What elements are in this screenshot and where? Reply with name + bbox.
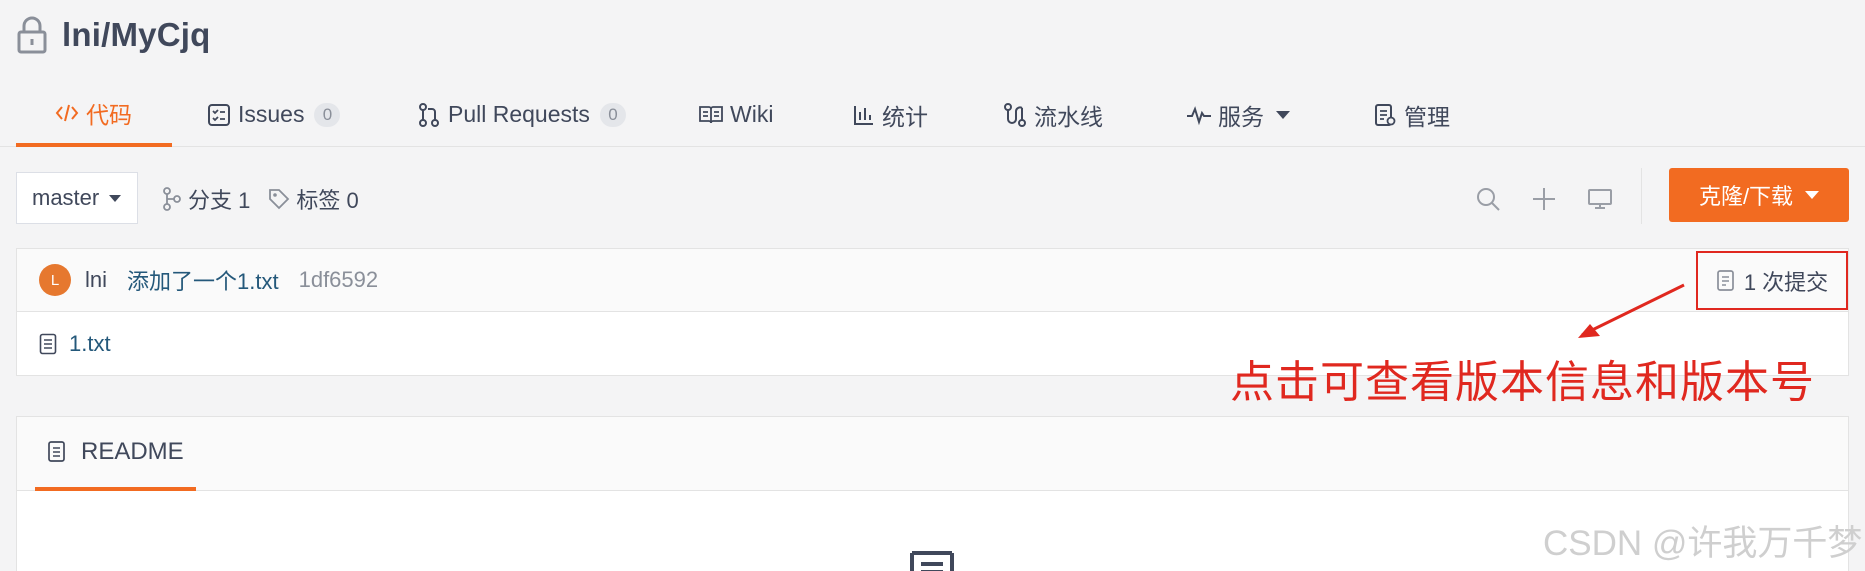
pull-request-icon (416, 102, 442, 128)
clone-download-label: 克隆/下载 (1698, 184, 1794, 209)
tab-label: Issues (238, 101, 305, 127)
tab-manage[interactable]: 管理 (1338, 82, 1488, 147)
chevron-down-icon (1805, 191, 1820, 199)
tab-code[interactable]: 代码 (16, 82, 172, 147)
wiki-icon (698, 102, 724, 128)
commit-history-icon (1716, 269, 1734, 291)
search-icon[interactable] (1460, 176, 1516, 222)
tab-label: Wiki (730, 101, 774, 127)
tab-label: Pull Requests (448, 101, 590, 127)
branch-info: 分支 1 标签 0 (162, 176, 377, 222)
readme-tab-label: README (81, 438, 184, 465)
monitor-icon[interactable] (1572, 176, 1628, 222)
commit-count-label: 1 次提交 (1743, 269, 1829, 295)
tab-issues[interactable]: Issues 0 (172, 82, 382, 147)
lock-icon (14, 14, 50, 56)
document-icon (910, 551, 954, 571)
commit-sha[interactable]: 1df6592 (299, 267, 379, 293)
tab-readme[interactable]: README (35, 417, 196, 491)
tab-pull-requests[interactable]: Pull Requests 0 (382, 82, 664, 147)
repo-header: lni/MyCjq 代码 Issues 0 Pull Requests 0 Wi… (0, 0, 1865, 147)
commit-author[interactable]: lni (85, 267, 107, 293)
tags-label: 标签 0 (296, 188, 359, 213)
watermark: CSDN @许我万千梦 (1543, 524, 1863, 563)
file-name[interactable]: 1.txt (69, 331, 111, 357)
pull-requests-count-badge: 0 (599, 102, 626, 127)
tab-label: 服务 (1218, 103, 1264, 130)
branches-link[interactable]: 分支 1 (162, 183, 250, 215)
annotation-arrow-icon (1578, 283, 1685, 338)
commit-count-link[interactable]: 1 次提交 (1696, 251, 1848, 310)
branch-select[interactable]: master (16, 172, 138, 224)
file-icon (39, 333, 57, 355)
commit-message[interactable]: 添加了一个1.txt (127, 264, 279, 296)
plus-icon[interactable] (1516, 176, 1572, 222)
avatar[interactable]: L (39, 264, 71, 296)
branch-name: master (32, 185, 100, 210)
repo-nav: 代码 Issues 0 Pull Requests 0 Wiki 统计 流水线 … (16, 82, 1488, 147)
tab-service[interactable]: 服务 (1152, 82, 1338, 147)
chevron-down-icon (109, 194, 122, 202)
code-icon (54, 100, 80, 126)
tab-label: 流水线 (1034, 103, 1103, 130)
stats-icon (850, 102, 876, 128)
branches-label: 分支 1 (188, 188, 251, 213)
branch-icon (163, 187, 181, 211)
readme-icon (48, 441, 65, 462)
tab-label: 统计 (882, 103, 928, 130)
repo-title: lni/MyCjq (14, 12, 210, 58)
clone-download-button[interactable]: 克隆/下载 (1669, 168, 1849, 222)
toolbar-actions (1460, 176, 1628, 222)
toolbar-divider (1641, 168, 1642, 224)
tab-label: 管理 (1404, 103, 1450, 130)
issues-count-badge: 0 (314, 102, 341, 127)
readme-header: README (17, 417, 1848, 491)
page: lni/MyCjq 代码 Issues 0 Pull Requests 0 Wi… (0, 0, 1865, 571)
tab-pipeline[interactable]: 流水线 (968, 82, 1152, 147)
pipeline-icon (1002, 102, 1028, 128)
tab-label: 代码 (86, 101, 132, 128)
service-icon (1186, 102, 1212, 128)
issues-icon (206, 102, 232, 128)
tab-stats[interactable]: 统计 (816, 82, 968, 147)
tag-icon (269, 189, 290, 210)
annotation-text: 点击可查看版本信息和版本号 (1230, 358, 1815, 407)
tab-wiki[interactable]: Wiki (664, 82, 816, 147)
chevron-down-icon (1276, 110, 1290, 119)
tags-link[interactable]: 标签 0 (268, 183, 359, 215)
repo-name[interactable]: lni/MyCjq (62, 16, 210, 54)
manage-icon (1372, 102, 1398, 128)
